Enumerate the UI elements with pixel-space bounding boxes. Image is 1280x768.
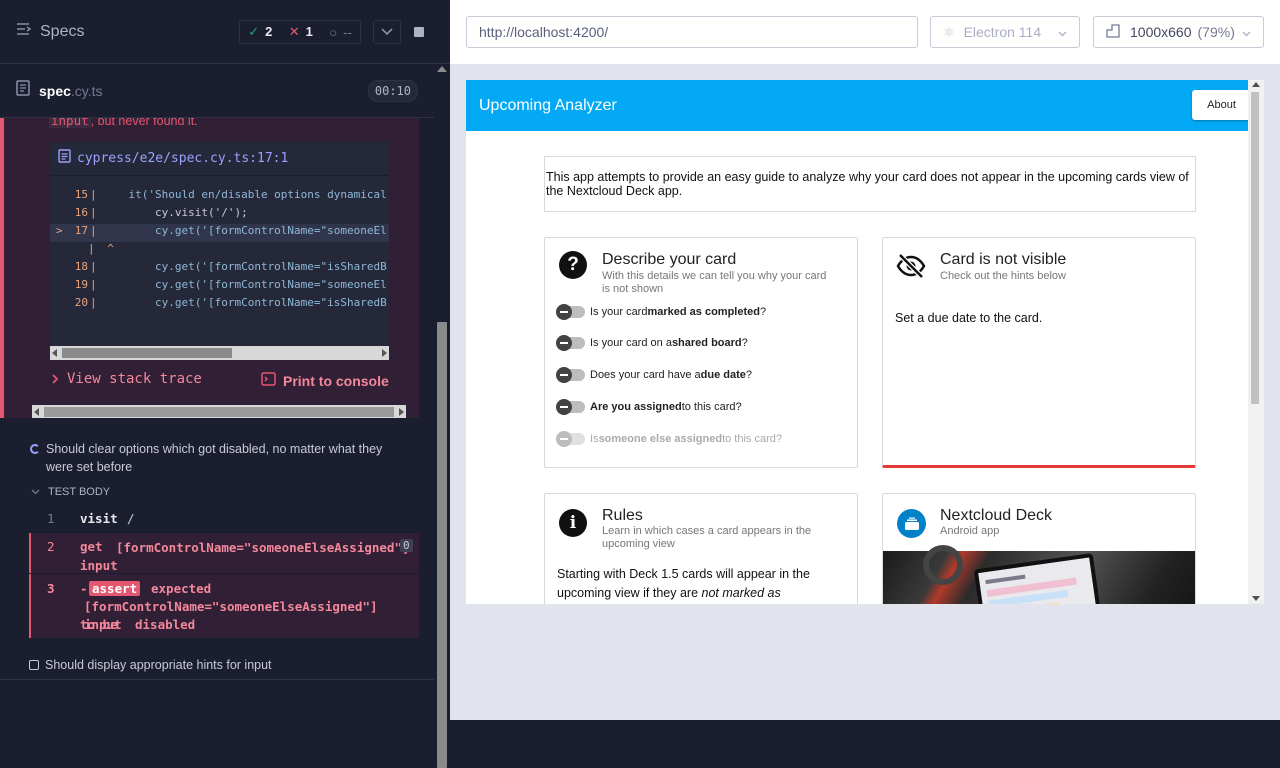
running-test-title[interactable]: Should clear options which got disabled,… <box>30 440 410 476</box>
chevron-down-icon <box>31 486 40 498</box>
rules-title: Rules <box>602 507 643 524</box>
assigned-toggle[interactable]: Are you assigned to this card? <box>556 399 742 415</box>
about-button[interactable]: About <box>1192 90 1251 120</box>
question-circle-icon: ? <box>559 251 587 279</box>
code-frame: cypress/e2e/spec.cy.ts:17:1 15 | it('Shou… <box>50 142 389 360</box>
collapse-button[interactable] <box>373 20 401 44</box>
error-block: input, but never found it. cypress/e2e/s… <box>0 118 419 418</box>
runner-header: Specs ✓ 2 ✕ 1 ○ -- <box>0 0 450 64</box>
hint-text: Set a due date to the card. <box>895 311 1043 325</box>
spec-ext: .cy.ts <box>70 82 103 99</box>
command-row-assert[interactable]: 3 - assert expected [formControlName="so… <box>29 574 419 638</box>
intro-card: This app attempts to provide an easy gui… <box>544 156 1196 212</box>
stop-button[interactable] <box>405 20 433 44</box>
command-row-failed[interactable]: 2 get [formControlName="someoneElseAssig… <box>29 533 419 573</box>
app-title: Upcoming Analyzer <box>479 96 617 114</box>
app-under-test-panel: http://localhost:4200/ ⚛ Electron 114 10… <box>450 0 1280 720</box>
command-row[interactable]: 1 visit / <box>29 506 419 532</box>
spinner-icon <box>30 444 40 454</box>
why-not-visible-link[interactable]: why your card does not appear in the upc… <box>849 170 1175 184</box>
describe-title: Describe your card <box>602 251 737 268</box>
someone-else-assigned-toggle[interactable]: Is someone else assigned to this card? <box>556 431 782 447</box>
document-icon <box>16 80 30 101</box>
specs-toggle[interactable]: Specs <box>16 22 84 41</box>
runner-vertical-scrollbar[interactable] <box>434 64 450 768</box>
file-icon <box>58 149 71 168</box>
test-stats: ✓ 2 ✕ 1 ○ -- <box>239 20 361 44</box>
url-input[interactable]: http://localhost:4200/ <box>466 16 918 48</box>
chevron-down-icon <box>1242 24 1251 40</box>
error-message-tail: input, but never found it. <box>49 118 198 128</box>
nextcloud-deck-link[interactable]: Nextcloud Deck <box>567 184 655 198</box>
assert-badge: assert <box>89 581 141 596</box>
terminal-icon <box>261 372 276 389</box>
test-body-header[interactable]: TEST BODY <box>31 486 421 498</box>
rules-subtitle: Learn in which cases a card appears in t… <box>602 525 812 550</box>
code-horizontal-scrollbar[interactable] <box>50 346 389 360</box>
describe-card: ? Describe your card With this details w… <box>544 237 858 468</box>
spec-name: spec <box>39 82 71 99</box>
app-viewport: Upcoming Analyzer About This app attempt… <box>466 80 1264 604</box>
error-horizontal-scrollbar[interactable] <box>32 405 406 418</box>
stop-square-icon <box>414 27 424 37</box>
viewport-ruler-icon <box>1106 23 1120 41</box>
deck-subtitle: Android app <box>940 525 1000 537</box>
passed-count: ✓ 2 <box>248 24 273 39</box>
checkbox-icon <box>29 660 39 670</box>
due-date-toggle[interactable]: Does your card have a due date? <box>556 367 752 383</box>
menu-list-icon <box>16 22 32 41</box>
code-frame-file-link[interactable]: cypress/e2e/spec.cy.ts:17:1 <box>50 142 389 176</box>
describe-subtitle: With this details we can tell you why yo… <box>602 270 827 295</box>
deck-app-logo-icon <box>897 509 926 538</box>
pending-circle-icon: ○ <box>329 24 338 40</box>
cross-icon: ✕ <box>288 24 300 39</box>
chevron-down-icon <box>381 23 393 41</box>
chevron-down-icon <box>1058 24 1067 40</box>
chevron-right-icon <box>52 371 59 387</box>
eye-off-icon <box>896 253 926 284</box>
info-circle-icon: i <box>559 509 587 537</box>
visibility-subtitle: Check out the hints below <box>940 270 1066 282</box>
rules-body: Starting with Deck 1.5 cards will appear… <box>557 567 810 600</box>
pending-count: ○ -- <box>329 24 352 40</box>
spec-file-header[interactable]: spec .cy.ts 00:10 <box>0 64 434 118</box>
browser-selector[interactable]: ⚛ Electron 114 <box>930 16 1080 48</box>
viewport-selector[interactable]: 1000x660 (79%) <box>1093 16 1264 48</box>
deck-title: Nextcloud Deck <box>940 507 1053 524</box>
failed-count: ✕ 1 <box>288 24 313 39</box>
code-lines: 15 | it('Should en/disable options dynami… <box>50 188 389 338</box>
visibility-title: Card is not visible <box>940 251 1067 268</box>
element-count-badge: 0 <box>400 539 413 552</box>
deck-app-screenshot-image <box>883 545 1195 604</box>
deck-card: Nextcloud Deck Android app <box>882 493 1196 604</box>
app-toolbar: Upcoming Analyzer About <box>466 80 1264 131</box>
visibility-card: Card is not visible Check out the hints … <box>882 237 1196 468</box>
code-line-highlight: >17 | cy.get('[formControlName="someoneEl <box>50 224 389 242</box>
rules-card: i Rules Learn in which cases a card appe… <box>544 493 858 604</box>
specs-label: Specs <box>40 22 85 40</box>
shared-board-toggle[interactable]: Is your card on a shared board? <box>556 335 748 351</box>
spec-duration: 00:10 <box>367 80 418 102</box>
cypress-runner-panel: Specs ✓ 2 ✕ 1 ○ -- spec .cy.ts 00:10 input,… <box>0 0 450 768</box>
pending-test-title[interactable]: Should display appropriate hints for inp… <box>29 658 419 672</box>
view-stack-trace-button[interactable]: View stack trace <box>52 371 202 387</box>
print-to-console-button[interactable]: Print to console <box>261 372 389 389</box>
electron-icon: ⚛ <box>943 23 956 40</box>
app-vertical-scrollbar[interactable] <box>1248 80 1264 604</box>
completed-toggle[interactable]: Is your card marked as completed? <box>556 304 766 320</box>
check-icon: ✓ <box>248 24 260 39</box>
